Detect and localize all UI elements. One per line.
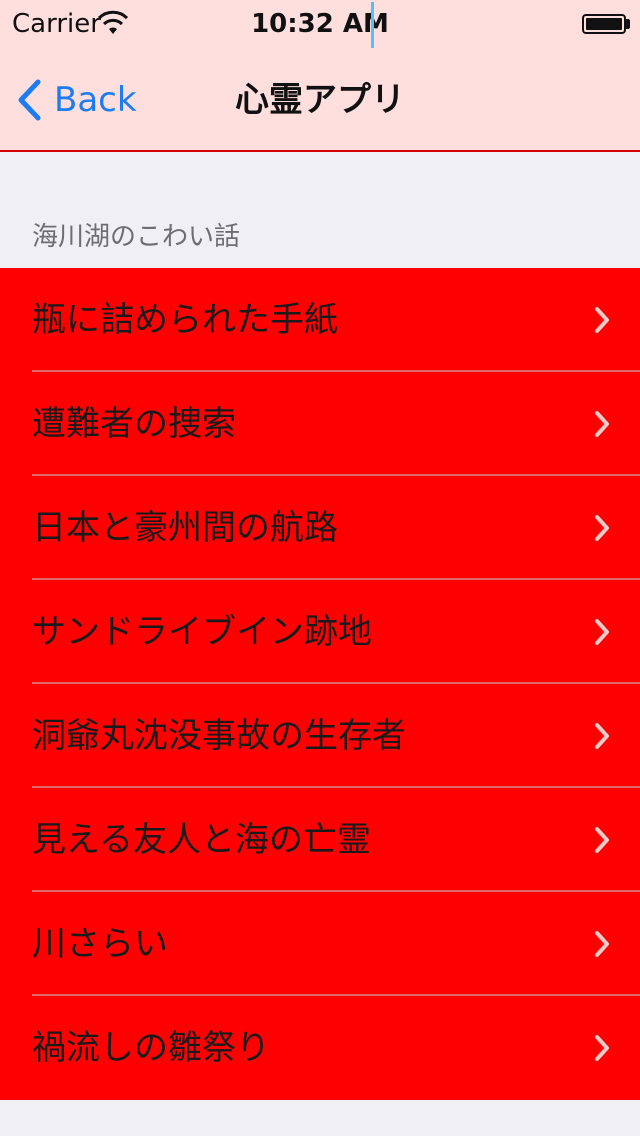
chevron-right-icon	[595, 931, 609, 957]
chevron-right-icon	[595, 723, 609, 749]
chevron-right-icon	[595, 619, 609, 645]
section-header: 海川湖のこわい話	[32, 222, 241, 252]
chevron-right-icon	[595, 827, 609, 853]
chevron-right-icon	[595, 411, 609, 437]
clock: 10:32 AM	[251, 9, 389, 39]
chevron-right-icon	[595, 515, 609, 541]
text-caret	[371, 2, 374, 48]
list-item[interactable]: 日本と豪州間の航路	[0, 476, 640, 580]
list-item-label: 見える友人と海の亡霊	[32, 820, 371, 860]
chevron-right-icon	[595, 307, 609, 333]
list-item[interactable]: 瓶に詰められた手紙	[0, 268, 640, 372]
list-item-label: 川さらい	[32, 924, 168, 964]
list-item[interactable]: 川さらい	[0, 892, 640, 996]
list-item-label: 瓶に詰められた手紙	[32, 300, 338, 340]
battery-tip	[626, 19, 630, 29]
battery-icon	[582, 14, 626, 34]
top-bar: Carrier 10:32 AM Back 心霊アプリ	[0, 0, 640, 152]
status-bar: Carrier 10:32 AM	[0, 0, 640, 48]
list-item[interactable]: 禍流しの雛祭り	[0, 996, 640, 1100]
list-item-label: 日本と豪州間の航路	[32, 508, 338, 548]
list-item[interactable]: 見える友人と海の亡霊	[0, 788, 640, 892]
list-item-label: 洞爺丸沈没事故の生存者	[32, 716, 406, 756]
list-item-label: サンドライブイン跡地	[32, 612, 372, 652]
list-item[interactable]: 洞爺丸沈没事故の生存者	[0, 684, 640, 788]
list-item[interactable]: 遭難者の捜索	[0, 372, 640, 476]
list-item-label: 禍流しの雛祭り	[32, 1028, 270, 1068]
navigation-bar: Back 心霊アプリ	[0, 48, 640, 150]
page-title: 心霊アプリ	[235, 80, 405, 120]
story-list: 瓶に詰められた手紙 遭難者の捜索日本と豪州間の航路 サンドライブイン跡地 洞爺丸沈没事…	[0, 268, 640, 1100]
chevron-right-icon	[595, 1035, 609, 1061]
list-item[interactable]: サンドライブイン跡地	[0, 580, 640, 684]
list-item-label: 遭難者の捜索	[32, 404, 236, 444]
